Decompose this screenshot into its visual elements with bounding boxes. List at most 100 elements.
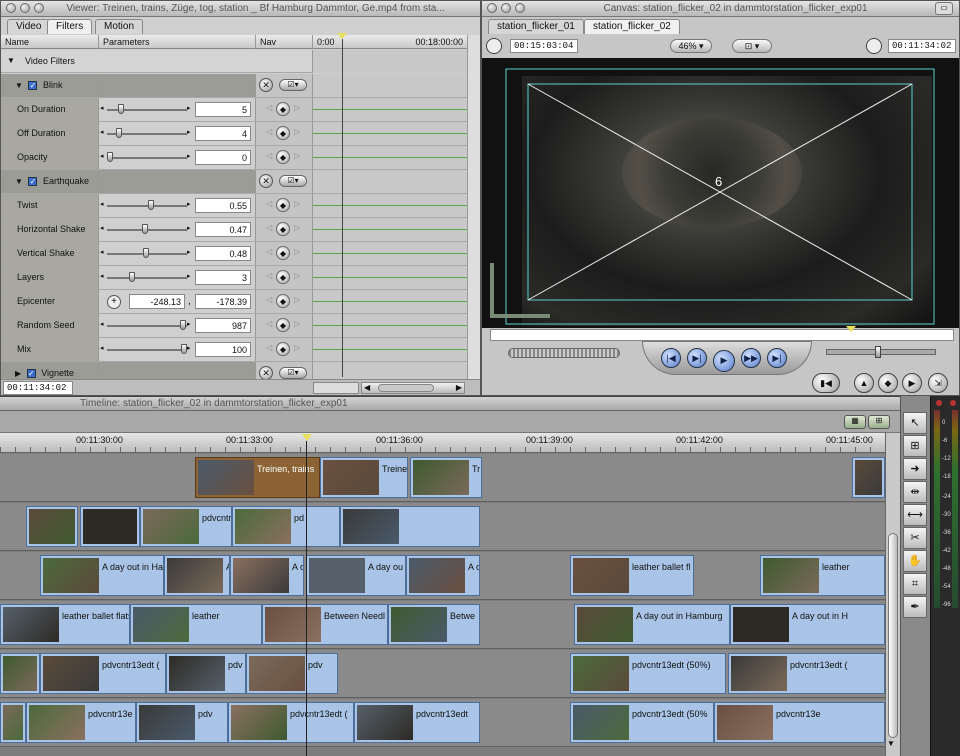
add-keyframe-icon[interactable]: ◆ <box>276 102 290 116</box>
timeline-clip[interactable]: pdv <box>136 702 228 743</box>
viewer-vertical-scrollbar[interactable] <box>467 35 480 380</box>
parameter-slider[interactable] <box>107 152 187 162</box>
mark-out-icon[interactable]: ▶ <box>902 373 922 393</box>
parameter-value-field[interactable]: 0 <box>195 150 251 165</box>
hand-tool-icon[interactable]: ✋ <box>903 550 927 572</box>
slider-left-icon[interactable]: ◂ <box>100 248 104 256</box>
timeline-clip[interactable]: A c <box>230 555 304 596</box>
timeline-clip[interactable]: (50% <box>0 702 26 743</box>
export-frame-icon[interactable]: ⇲ <box>928 373 948 393</box>
next-keyframe-icon[interactable]: ▷ <box>294 103 300 112</box>
add-keyframe-icon[interactable]: ◆ <box>276 246 290 260</box>
previous-keyframe-icon[interactable]: ◁ <box>266 199 272 208</box>
canvas-current-timecode[interactable]: 00:11:34:02 <box>888 39 956 53</box>
timeline-clip[interactable]: leather ballet flats w <box>0 604 130 645</box>
timeline-clip[interactable]: pdv <box>246 653 338 694</box>
filter-menu-button[interactable]: ☑▾ <box>279 79 307 91</box>
slider-right-icon[interactable]: ▸ <box>187 152 191 160</box>
go-to-in-point-icon[interactable]: |◀ <box>661 348 681 368</box>
slider-thumb[interactable] <box>180 320 186 330</box>
timeline-clip[interactable]: A day out in Hamburg <box>574 604 730 645</box>
jog-control[interactable] <box>826 346 936 358</box>
slider-thumb[interactable] <box>107 152 113 162</box>
close-button[interactable] <box>487 3 497 13</box>
keyframe-graph[interactable] <box>312 194 467 217</box>
next-keyframe-icon[interactable]: ▷ <box>294 199 300 208</box>
canvas-titlebar[interactable]: Canvas: station_flicker_02 in dammtorsta… <box>482 1 959 17</box>
add-keyframe-icon[interactable]: ◆ <box>276 318 290 332</box>
disclosure-triangle-icon[interactable]: ▼ <box>7 56 15 65</box>
timeline-playhead-marker[interactable] <box>302 434 312 441</box>
parameter-value-field[interactable]: 3 <box>195 270 251 285</box>
slider-right-icon[interactable]: ▸ <box>187 272 191 280</box>
epicenter-x-field[interactable]: -248.13 <box>129 294 185 309</box>
canvas-video-frame[interactable]: 6 <box>482 58 959 328</box>
reset-filter-icon[interactable]: ✕ <box>259 78 273 92</box>
next-keyframe-icon[interactable]: ▷ <box>294 319 300 328</box>
ripple-tool-icon[interactable]: ⇹ <box>903 481 927 503</box>
timeline-titlebar[interactable]: Timeline: station_flicker_02 in dammtors… <box>0 397 900 411</box>
slider-left-icon[interactable]: ◂ <box>100 272 104 280</box>
slider-thumb[interactable] <box>129 272 135 282</box>
shuttle-control[interactable] <box>508 348 620 358</box>
timeline-clip[interactable]: A day out in Ha <box>40 555 164 596</box>
parameter-value-field[interactable]: 0.55 <box>195 198 251 213</box>
edit-select-tool-icon[interactable]: ⊞ <box>903 435 927 457</box>
timeline-scroll-thumb[interactable] <box>888 533 898 738</box>
scroll-left-icon[interactable]: ◀ <box>364 383 370 392</box>
canvas-scrubber[interactable] <box>490 326 954 341</box>
previous-keyframe-icon[interactable]: ◁ <box>266 295 272 304</box>
mark-in-icon[interactable]: ▲ <box>854 373 874 393</box>
slider-right-icon[interactable]: ▸ <box>187 320 191 328</box>
previous-keyframe-icon[interactable]: ◁ <box>266 343 272 352</box>
video-filters-section[interactable]: ▼ Video Filters <box>1 50 467 73</box>
jog-thumb[interactable] <box>875 346 881 358</box>
timeline-clip[interactable]: A day ou <box>306 555 406 596</box>
slider-right-icon[interactable]: ▸ <box>187 104 191 112</box>
tab-video[interactable]: Video <box>7 19 51 34</box>
add-keyframe-icon[interactable]: ◆ <box>276 150 290 164</box>
add-keyframe-icon[interactable]: ◆ <box>276 342 290 356</box>
timeline-clip[interactable]: pdvcntr13edt (50%) <box>570 653 726 694</box>
go-to-out-point-icon[interactable]: ▶| <box>767 348 787 368</box>
slider-right-icon[interactable]: ▸ <box>187 200 191 208</box>
keyframe-graph[interactable] <box>312 314 467 337</box>
timeline-clip[interactable]: Treinen, trains <box>195 457 320 498</box>
timeline-clip[interactable]: Between Needl <box>262 604 388 645</box>
video-track[interactable]: leather ballet flats w leather Between Nee… <box>0 601 885 649</box>
add-keyframe-icon[interactable]: ◆ <box>276 270 290 284</box>
keyframe-graph[interactable] <box>312 266 467 289</box>
reset-filter-icon[interactable]: ✕ <box>259 366 273 380</box>
slider-thumb[interactable] <box>116 128 122 138</box>
filter-header[interactable]: ▼ ✓ Blink ✕ ☑▾ <box>1 74 467 98</box>
add-keyframe-icon[interactable]: ◆ <box>276 198 290 212</box>
previous-keyframe-icon[interactable]: ◁ <box>266 319 272 328</box>
timeline-ruler[interactable]: 00:11:30:00 00:11:33:00 00:11:36:00 00:11:3… <box>0 433 885 453</box>
add-keyframe-icon[interactable]: ◆ <box>276 222 290 236</box>
next-keyframe-icon[interactable]: ▷ <box>294 127 300 136</box>
slider-thumb[interactable] <box>143 248 149 258</box>
column-header-name[interactable]: Name <box>1 35 98 49</box>
parameter-slider[interactable] <box>107 320 187 330</box>
parameter-value-field[interactable]: 0.48 <box>195 246 251 261</box>
previous-keyframe-icon[interactable]: ◁ <box>266 247 272 256</box>
video-track[interactable]: A day out in HaA A c A day ou A c leather ba… <box>0 552 885 600</box>
keyframe-graph[interactable] <box>312 218 467 241</box>
slider-left-icon[interactable]: ◂ <box>100 344 104 352</box>
selection-tool-icon[interactable]: ↖ <box>903 412 927 434</box>
previous-keyframe-icon[interactable]: ◁ <box>266 103 272 112</box>
slider-left-icon[interactable]: ◂ <box>100 200 104 208</box>
previous-keyframe-icon[interactable]: ◁ <box>266 271 272 280</box>
slider-right-icon[interactable]: ▸ <box>187 128 191 136</box>
play-in-to-out-icon[interactable]: ▶| <box>687 348 707 368</box>
timeline-clip[interactable]: pdvcntr13e <box>26 702 136 743</box>
parameter-slider[interactable] <box>107 200 187 210</box>
timeline-clip[interactable]: pdvcntr13edt ( <box>728 653 885 694</box>
slider-thumb[interactable] <box>148 200 154 210</box>
timeline-clip[interactable]: pdvcntr13edt ( <box>40 653 166 694</box>
parameter-slider[interactable] <box>107 104 187 114</box>
slider-right-icon[interactable]: ▸ <box>187 224 191 232</box>
close-button[interactable] <box>6 3 16 13</box>
slider-left-icon[interactable]: ◂ <box>100 320 104 328</box>
next-keyframe-icon[interactable]: ▷ <box>294 343 300 352</box>
